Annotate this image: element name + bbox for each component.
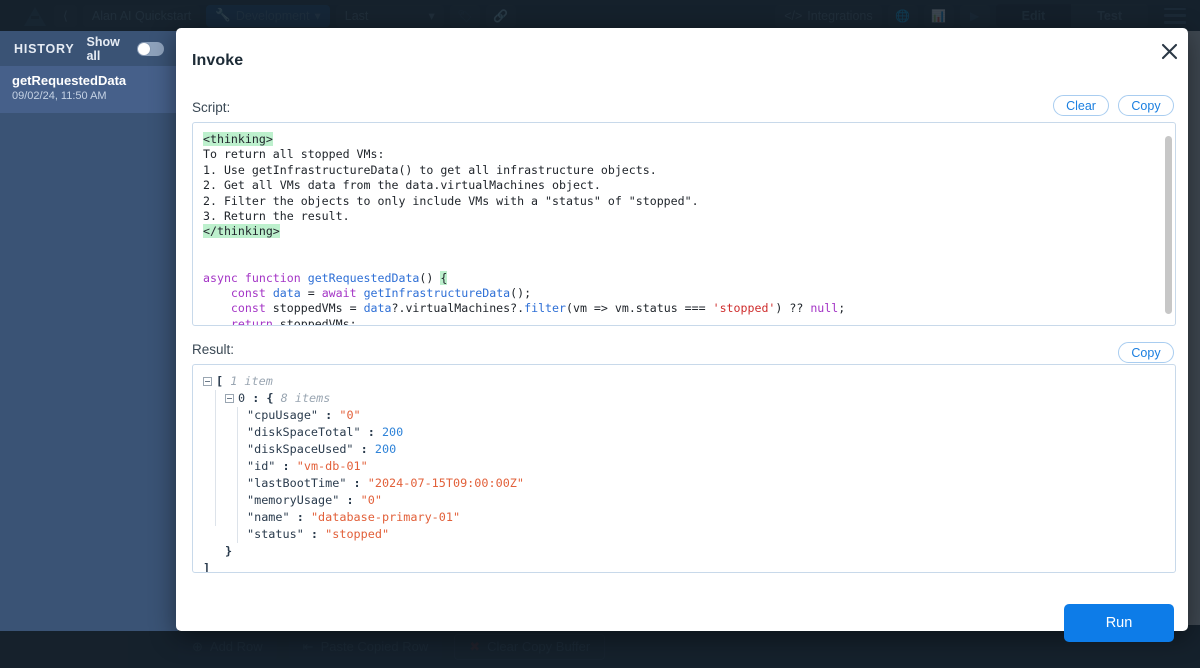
copy-script-button[interactable]: Copy xyxy=(1118,95,1174,116)
show-all-label: Show all xyxy=(86,35,125,63)
dialog-title: Invoke xyxy=(192,52,243,70)
collapse-toggle-icon[interactable] xyxy=(225,394,234,403)
json-root-close: ] xyxy=(203,560,1165,573)
json-guide-line xyxy=(215,390,216,526)
history-header: HISTORY Show all xyxy=(0,31,178,66)
show-all-toggle[interactable] xyxy=(137,42,164,56)
history-item-name: getRequestedData xyxy=(12,73,166,89)
result-json-viewer[interactable]: [ 1 item0 : { 8 items"cpuUsage" : "0""di… xyxy=(192,364,1176,573)
collapse-toggle-icon[interactable] xyxy=(203,377,212,386)
json-field-row: "diskSpaceTotal" : 200 xyxy=(203,424,1165,441)
history-sidebar: HISTORY Show all getRequestedData 09/02/… xyxy=(0,31,178,631)
script-scrollbar-track[interactable] xyxy=(1165,128,1172,320)
json-field-row: "id" : "vm-db-01" xyxy=(203,458,1165,475)
result-actions: Copy xyxy=(1118,342,1174,363)
history-title: HISTORY xyxy=(14,42,74,56)
json-field-row: "memoryUsage" : "0" xyxy=(203,492,1165,509)
script-editor[interactable]: <thinking> To return all stopped VMs: 1.… xyxy=(192,122,1176,326)
clear-button[interactable]: Clear xyxy=(1053,95,1109,116)
json-field-row: "status" : "stopped" xyxy=(203,526,1165,543)
script-code-content[interactable]: <thinking> To return all stopped VMs: 1.… xyxy=(193,123,1175,326)
close-icon[interactable] xyxy=(1156,38,1182,64)
history-list-item[interactable]: getRequestedData 09/02/24, 11:50 AM xyxy=(0,66,178,113)
json-guide-line xyxy=(237,407,238,543)
json-root-row[interactable]: [ 1 item xyxy=(203,373,1165,390)
json-field-row: "lastBootTime" : "2024-07-15T09:00:00Z" xyxy=(203,475,1165,492)
json-node-close: } xyxy=(203,543,1165,560)
copy-result-button[interactable]: Copy xyxy=(1118,342,1174,363)
script-actions: Clear Copy xyxy=(1053,95,1174,116)
json-field-row: "name" : "database-primary-01" xyxy=(203,509,1165,526)
json-tree: [ 1 item0 : { 8 items"cpuUsage" : "0""di… xyxy=(203,373,1165,573)
history-item-timestamp: 09/02/24, 11:50 AM xyxy=(12,89,166,104)
script-scrollbar-thumb[interactable] xyxy=(1165,136,1172,314)
json-field-row: "diskSpaceUsed" : 200 xyxy=(203,441,1165,458)
result-label: Result: xyxy=(192,342,234,357)
script-label: Script: xyxy=(192,100,230,115)
json-field-row: "cpuUsage" : "0" xyxy=(203,407,1165,424)
json-node-row[interactable]: 0 : { 8 items xyxy=(203,390,1165,407)
run-button[interactable]: Run xyxy=(1064,604,1174,642)
